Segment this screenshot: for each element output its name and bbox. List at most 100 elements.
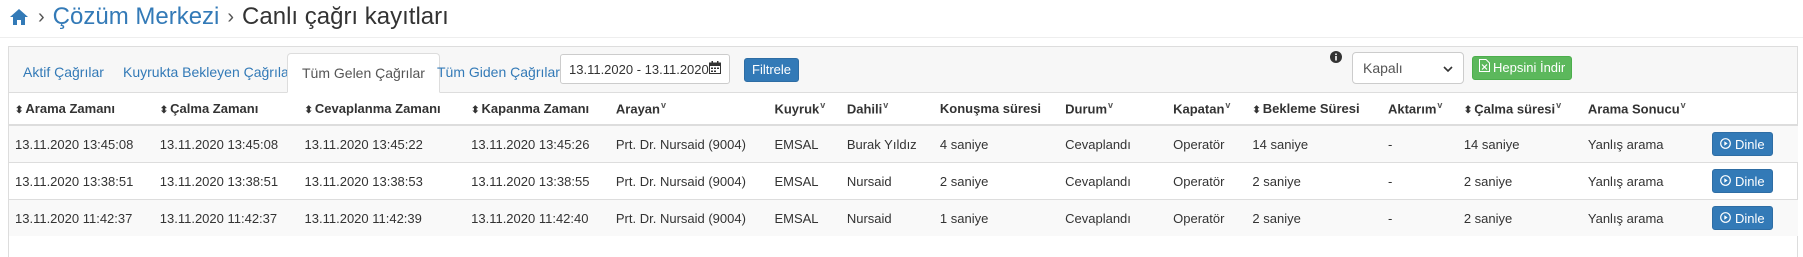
table-cell: 13.11.2020 11:42:37: [9, 199, 154, 236]
tab-active-calls[interactable]: Aktif Çağrılar: [9, 53, 118, 91]
table-cell: 1 saniye: [933, 199, 1060, 236]
column-header[interactable]: ⬍ Arama Zamanı: [9, 92, 154, 126]
download-all-label: Hepsini İndir: [1493, 60, 1566, 75]
column-header[interactable]: ⬍ Kapanma Zamanı: [465, 92, 610, 126]
column-header-label: Kuyruk: [774, 101, 820, 117]
sort-icon[interactable]: ⬍: [1464, 105, 1472, 116]
tab-all-incoming-calls[interactable]: Tüm Gelen Çağrılar: [287, 53, 440, 93]
status-select-value: Kapalı: [1363, 60, 1403, 76]
tab-bar: Aktif Çağrılar Kuyrukta Bekleyen Çağrıla…: [9, 47, 1797, 93]
listen-button[interactable]: Dinle: [1711, 169, 1773, 193]
listen-button[interactable]: Dinle: [1711, 132, 1773, 156]
filter-dropdown-icon[interactable]: v: [1108, 100, 1113, 110]
column-header-label: Bekleme Süresi: [1262, 100, 1360, 116]
calls-table: ⬍ Arama Zamanı ⬍ Çalma Zamanı ⬍ Cevaplanma Za…: [9, 92, 1798, 236]
table-row: 13.11.2020 11:42:37 13.11.2020 11:42:37 13…: [9, 199, 1798, 236]
filter-dropdown-icon[interactable]: v: [1556, 100, 1561, 110]
play-circle-icon: [1720, 211, 1731, 226]
sort-icon[interactable]: ⬍: [305, 105, 313, 116]
column-header[interactable]: Durumv: [1059, 92, 1168, 126]
filter-dropdown-icon[interactable]: v: [1225, 100, 1230, 110]
table-cell: -: [1381, 124, 1458, 163]
table-cell: 13.11.2020 13:38:53: [298, 162, 466, 200]
sort-icon[interactable]: ⬍: [471, 105, 479, 116]
tab-all-outgoing-calls[interactable]: Tüm Giden Çağrılar: [423, 53, 574, 91]
filter-button[interactable]: Filtrele: [744, 58, 800, 82]
listen-button-label: Dinle: [1734, 210, 1765, 226]
breadcrumb-link[interactable]: Çözüm Merkezi: [53, 3, 220, 31]
table-cell: 13.11.2020 13:45:08: [9, 124, 154, 163]
filter-dropdown-icon[interactable]: v: [883, 100, 888, 110]
play-circle-icon: [1720, 137, 1731, 152]
table-cell: Yanlış arama: [1581, 124, 1706, 163]
tab-queued-calls[interactable]: Kuyrukta Bekleyen Çağrılar: [109, 53, 307, 91]
table-cell: 4 saniye: [933, 124, 1060, 163]
table-cell: 13.11.2020 13:38:51: [153, 162, 299, 200]
info-icon[interactable]: [1330, 50, 1344, 64]
table-cell: Cevaplandı: [1059, 162, 1168, 200]
filter-dropdown-icon[interactable]: v: [1681, 100, 1686, 110]
column-header-label: Arayan: [615, 101, 660, 117]
column-header-label: Konuşma süresi: [939, 100, 1042, 116]
column-header-label: Çalma Zamanı: [170, 100, 259, 116]
table-cell: Operatör: [1167, 124, 1247, 163]
table-cell: EMSAL: [768, 124, 841, 163]
column-header-label: Arama Sonucu: [1587, 101, 1680, 117]
listen-button[interactable]: Dinle: [1711, 206, 1773, 230]
home-icon[interactable]: [8, 7, 30, 27]
column-header[interactable]: ⬍ Çalma Zamanı: [153, 92, 299, 126]
column-header[interactable]: Dahiliv: [840, 92, 934, 126]
status-select[interactable]: Kapalı: [1352, 52, 1464, 84]
column-header-label: Dahili: [846, 101, 883, 117]
filter-dropdown-icon[interactable]: v: [1437, 100, 1442, 110]
column-header[interactable]: Arama Sonucuv: [1581, 92, 1706, 126]
column-header[interactable]: Aktarımv: [1381, 92, 1458, 126]
column-header-label: Çalma süresi: [1474, 101, 1556, 117]
column-header[interactable]: Arayanv: [609, 92, 769, 126]
page-title: Canlı çağrı kayıtları: [242, 3, 449, 30]
table-cell-action: Dinle: [1705, 124, 1798, 163]
table-header-row: ⬍ Arama Zamanı ⬍ Çalma Zamanı ⬍ Cevaplanma Za…: [9, 92, 1798, 126]
table-cell: -: [1381, 199, 1458, 236]
table-cell: Yanlış arama: [1581, 199, 1706, 236]
table-cell: 14 saniye: [1457, 124, 1582, 163]
column-header[interactable]: Kuyrukv: [768, 92, 841, 126]
play-circle-icon: [1720, 174, 1731, 189]
table-cell: Yanlış arama: [1581, 162, 1706, 200]
table-cell: Prt. Dr. Nursaid (9004): [609, 162, 769, 200]
column-header[interactable]: ⬍ Çalma süresiv: [1457, 92, 1582, 126]
column-header: Konuşma süresi: [933, 92, 1060, 126]
table-cell: Cevaplandı: [1059, 124, 1168, 163]
date-range-input[interactable]: 13.11.2020 - 13.11.2020: [560, 54, 730, 84]
table-row: 13.11.2020 13:45:08 13.11.2020 13:45:08 13…: [9, 124, 1798, 163]
table-cell: 13.11.2020 13:38:55: [465, 162, 610, 200]
download-all-button[interactable]: Hepsini İndir: [1472, 56, 1573, 80]
filter-dropdown-icon[interactable]: v: [820, 100, 825, 110]
table-cell: Nursaid: [840, 162, 934, 200]
table-cell: Burak Yıldız: [840, 124, 934, 163]
table-cell: 14 saniye: [1246, 124, 1382, 163]
calls-panel: Aktif Çağrılar Kuyrukta Bekleyen Çağrıla…: [8, 46, 1798, 257]
table-cell: 13.11.2020 11:42:37: [153, 199, 299, 236]
excel-file-icon: [1479, 57, 1490, 79]
table-cell: Operatör: [1167, 199, 1247, 236]
table-cell: 2 saniye: [1457, 162, 1582, 200]
table-cell: 13.11.2020 11:42:40: [465, 199, 610, 236]
column-header[interactable]: ⬍ Cevaplanma Zamanı: [298, 92, 466, 126]
breadcrumb: › Çözüm Merkezi › Canlı çağrı kayıtları: [8, 0, 449, 34]
table-cell: Prt. Dr. Nursaid (9004): [609, 199, 769, 236]
sort-icon[interactable]: ⬍: [1252, 105, 1260, 116]
column-header[interactable]: ⬍ Bekleme Süresi: [1246, 92, 1382, 126]
table-cell: 13.11.2020 13:45:08: [153, 124, 299, 163]
listen-button-label: Dinle: [1734, 173, 1765, 189]
sort-icon[interactable]: ⬍: [160, 105, 168, 116]
column-header[interactable]: Kapatanv: [1167, 92, 1247, 126]
chevron-down-icon: [1443, 60, 1453, 76]
table-row: 13.11.2020 13:38:51 13.11.2020 13:38:51 13…: [9, 162, 1798, 200]
filter-dropdown-icon[interactable]: v: [661, 100, 666, 110]
table-cell: EMSAL: [768, 162, 841, 200]
column-header-label: Cevaplanma Zamanı: [314, 100, 441, 116]
sort-icon[interactable]: ⬍: [15, 105, 23, 116]
calendar-icon: [709, 61, 721, 77]
table-cell: Operatör: [1167, 162, 1247, 200]
